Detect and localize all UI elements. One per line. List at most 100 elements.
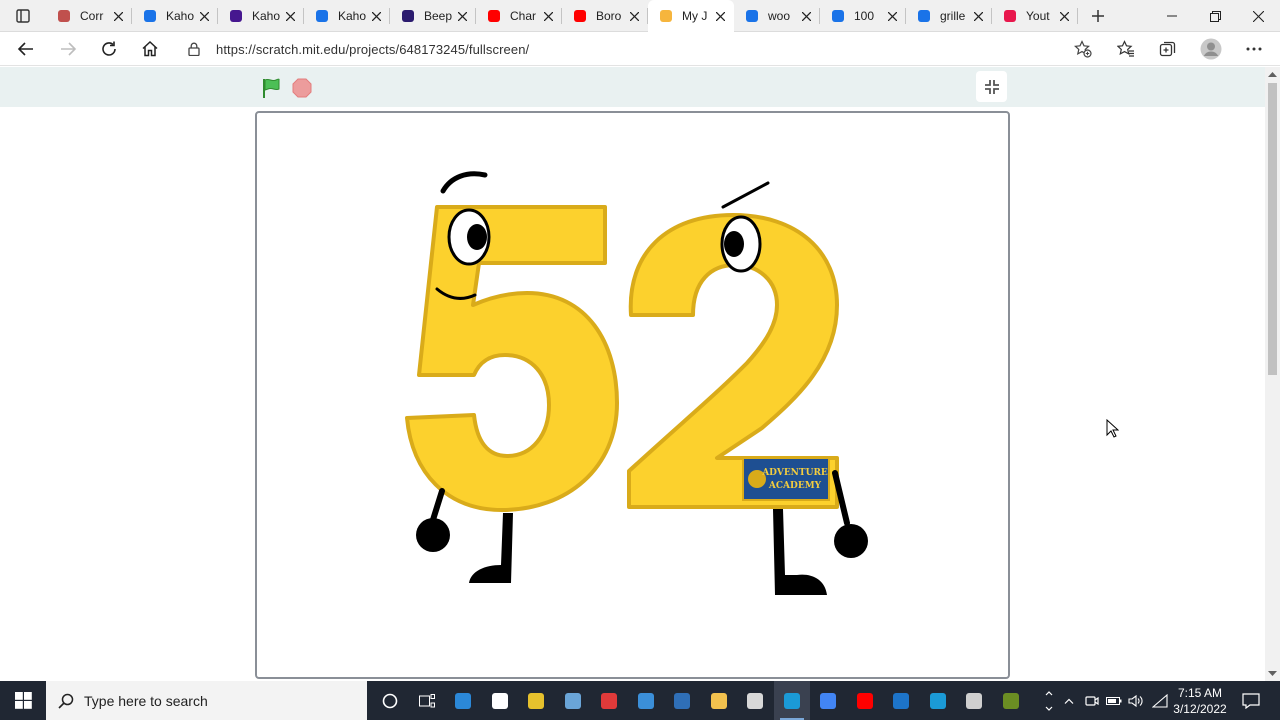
tab-3[interactable]: Kaho [218,0,304,32]
tab-close-icon[interactable] [282,8,298,24]
minimize-icon [1167,15,1177,17]
mail-icon[interactable] [628,681,664,720]
bing-icon [314,8,330,24]
paint3d-icon[interactable] [956,681,992,720]
favorites-button[interactable] [1112,35,1140,63]
app-icon[interactable] [993,681,1029,720]
network-button[interactable] [1150,681,1170,720]
add-favorite-icon[interactable] [1074,40,1092,63]
youtube-icon[interactable] [847,681,883,720]
tab-actions-button[interactable] [6,4,40,28]
new-tab-button[interactable] [1086,4,1110,28]
notifications-button[interactable] [1234,681,1268,720]
cortana-icon[interactable] [372,681,408,720]
home-button[interactable] [136,35,164,63]
bing-icon [744,8,760,24]
taskbar-clock[interactable]: 7:15 AM 3/12/2022 [1170,685,1230,717]
tab-2[interactable]: Kaho [132,0,218,32]
document-red-icon [56,8,72,24]
show-hidden-icons-button[interactable] [1060,681,1078,720]
tab-close-icon[interactable] [196,8,212,24]
tab-4[interactable]: Kaho [304,0,390,32]
chrome-icon[interactable] [810,681,846,720]
taskbar-search-box[interactable]: Type here to search [46,681,367,720]
tab-title: Yout [1026,9,1050,23]
tray-app-button[interactable] [1082,681,1102,720]
tab-5[interactable]: Beep [390,0,476,32]
collections-icon [1159,41,1176,57]
tab-9[interactable]: woo [734,0,820,32]
more-menu-button[interactable] [1240,35,1268,63]
bing-icon [916,8,932,24]
collections-button[interactable] [1154,35,1182,63]
back-button[interactable] [12,35,40,63]
arrow-right-icon [61,42,77,56]
youtube-icon [572,8,588,24]
tab-close-icon[interactable] [368,8,384,24]
exit-fullscreen-button[interactable] [976,71,1007,102]
close-window-button[interactable] [1236,0,1280,32]
profile-button[interactable] [1197,35,1225,63]
file-explorer-icon[interactable] [701,681,737,720]
tab-title: Kaho [338,9,367,23]
store-icon[interactable] [445,681,481,720]
tab-1[interactable]: Corr [46,0,132,32]
search-placeholder[interactable]: Type here to search [84,693,208,709]
record-icon[interactable] [591,681,627,720]
refresh-icon [102,41,116,56]
edge-icon[interactable] [773,681,810,720]
bing-icon [142,8,158,24]
tab-7[interactable]: Boro [562,0,648,32]
volume-button[interactable] [1126,681,1146,720]
video-icon[interactable] [883,681,919,720]
notepad-icon[interactable] [482,681,518,720]
avatar-icon [1200,38,1222,60]
minimize-button[interactable] [1150,0,1194,32]
tab-10[interactable]: 100 [820,0,906,32]
start-button[interactable] [0,681,46,720]
address-bar[interactable]: https://scratch.mit.edu/projects/6481732… [178,35,1102,63]
taskbar: Type here to search 7:15 AM 3/12/2022 [0,681,1280,720]
vertical-scrollbar[interactable] [1265,67,1280,681]
tab-close-icon[interactable] [626,8,642,24]
edge-icon[interactable] [920,681,956,720]
tab-6[interactable]: Char [476,0,562,32]
tab-8[interactable]: My J [648,0,734,32]
stop-button[interactable] [292,78,312,103]
tab-close-icon[interactable] [798,8,814,24]
exit-fullscreen-icon [984,79,999,94]
tab-close-icon[interactable] [454,8,470,24]
battery-button[interactable] [1104,681,1124,720]
tray-scroll-button[interactable] [1042,681,1056,720]
tab-close-icon[interactable] [712,8,728,24]
tab-12[interactable]: Yout [992,0,1078,32]
green-flag-button[interactable] [261,77,283,99]
stage-scene: ADVENTURE ACADEMY [405,171,868,595]
paint-icon[interactable] [555,681,591,720]
home-icon [142,40,158,57]
meet-now-icon [1085,695,1099,706]
youtube-icon [486,8,502,24]
tab-close-icon[interactable] [970,8,986,24]
tab-close-icon[interactable] [110,8,126,24]
tab-11[interactable]: grille [906,0,992,32]
plus-icon [1092,10,1104,22]
lock-icon[interactable] [188,42,210,56]
star-app-icon[interactable] [518,681,554,720]
project-stage[interactable]: ADVENTURE ACADEMY [255,111,1010,679]
photos-icon[interactable] [664,681,700,720]
scratch-icon [658,8,674,24]
refresh-button[interactable] [95,35,123,63]
tab-close-icon[interactable] [540,8,556,24]
windows-logo-icon [14,692,32,709]
forward-button[interactable] [54,35,82,63]
task-view-icon[interactable] [409,681,445,720]
restore-button[interactable] [1193,0,1237,32]
cloud-app-icon[interactable] [737,681,773,720]
scrollbar-thumb[interactable] [1268,83,1277,375]
tab-close-icon[interactable] [1056,8,1072,24]
tab-close-icon[interactable] [884,8,900,24]
url-text[interactable]: https://scratch.mit.edu/projects/6481732… [216,42,529,57]
favorites-icon [1117,40,1134,57]
clock-date: 3/12/2022 [1173,702,1227,716]
